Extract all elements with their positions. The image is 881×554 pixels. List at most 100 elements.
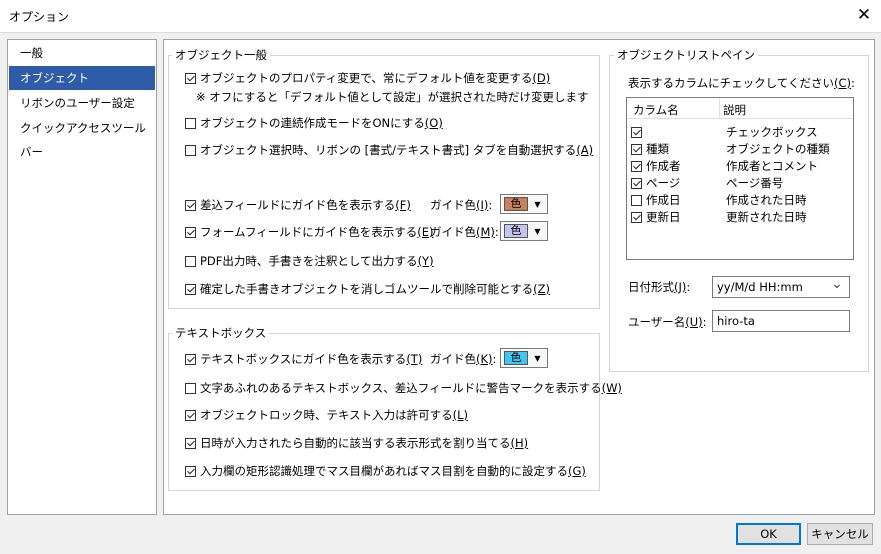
textbox-guide-label: テキストボックスにガイド色を表示する [200,352,407,366]
ok-button[interactable]: OK [736,523,801,545]
cancel-button[interactable]: キャンセル [807,523,873,545]
nav-item-ribbon-customize[interactable]: リボンのユーザー設定 [9,91,155,115]
column-desc: 作成者とコメント [726,159,818,173]
date-format-select[interactable]: yy/M/d HH:mm ⌄ [712,276,850,298]
access-key: (K) [476,352,493,366]
checkbox-icon[interactable] [185,144,196,156]
auto-tab-checkbox[interactable]: オブジェクト選択時、リボンの [書式/テキスト書式] タブを自動選択する (A) [185,142,593,158]
column-name: 作成日 [646,193,681,207]
column-name: 種類 [646,142,669,156]
checkbox-icon[interactable] [185,382,196,394]
column-name: 更新日 [646,210,681,224]
access-key: (L) [452,408,469,422]
guide-color-label: ガイド色 [430,225,476,239]
access-key: (H) [510,436,529,450]
textbox-guide-checkbox[interactable]: テキストボックスにガイド色を表示する (T) [185,351,422,367]
insert-field-guide-checkbox[interactable]: 差込フィールドにガイド色を表示する (F) [185,197,411,213]
default-value-label: オブジェクトのプロパティ変更で、常にデフォルト値を変更する [200,71,533,85]
header-divider[interactable] [719,98,720,118]
date-format-value: yy/M/d HH:mm [717,280,803,294]
close-icon[interactable]: ✕ [852,4,876,26]
window-title: オプション [9,10,70,24]
list-item[interactable]: 作成者 作成者とコメント [631,158,851,174]
header-description[interactable]: 説明 [723,102,746,118]
form-field-guide-label: フォームフィールドにガイド色を表示する [200,225,418,239]
nav-item-object[interactable]: オブジェクト [9,66,155,90]
color-swatch: 色 [504,351,528,365]
checkbox-icon[interactable] [631,211,642,223]
checkbox-icon[interactable] [631,160,642,172]
list-item[interactable]: 作成日 作成された日時 [631,192,851,208]
continuous-mode-checkbox[interactable]: オブジェクトの連続作成モードをONにする (O) [185,115,443,131]
textbox-color-label: ガイド色 (K): [430,352,497,366]
user-name-label: ユーザー名 (U): [628,315,707,329]
form-field-color-label: ガイド色 (M): [430,225,499,239]
guide-color-label: ガイド色 [430,352,476,366]
continuous-mode-label: オブジェクトの連続作成モードをONにする [200,116,425,130]
checkbox-icon[interactable] [185,199,196,211]
pdf-handwriting-label: PDF出力時、手書きを注釈として出力する [200,254,418,268]
color-swatch: 色 [504,224,528,238]
access-key: (J) [674,280,687,294]
nav-item-general[interactable]: 一般 [9,41,155,65]
form-field-guide-checkbox[interactable]: フォームフィールドにガイド色を表示する (E) [185,224,433,240]
lock-input-checkbox[interactable]: オブジェクトロック時、テキスト入力は許可する (L) [185,407,468,423]
checkbox-icon[interactable] [185,72,196,84]
column-list[interactable]: カラム名 説明 チェックボックス 種類 オブジェクトの種類 作成者 作成者とコメント… [626,97,854,260]
checkbox-icon[interactable] [185,353,196,365]
header-column-name[interactable]: カラム名 [633,102,679,118]
list-item[interactable]: ページ ページ番号 [631,175,851,191]
eraser-delete-checkbox[interactable]: 確定した手書きオブジェクトを消しゴムツールで削除可能とする (Z) [185,281,550,297]
grid-auto-checkbox[interactable]: 入力欄の矩形認識処理でマス目欄があればマス目割を自動的に設定する (G) [185,463,586,479]
user-name-value[interactable]: hiro-ta [717,314,755,328]
dropdown-arrow-icon: ▼ [534,226,541,236]
list-item[interactable]: チェックボックス [631,124,851,140]
column-name: ページ [646,176,681,190]
checkbox-icon[interactable] [631,194,642,206]
access-key: (M) [476,225,495,239]
checkbox-icon[interactable] [185,437,196,449]
options-nav: 一般 オブジェクト リボンのユーザー設定 クイックアクセスツールバー [7,39,157,515]
lock-input-label: オブジェクトロック時、テキスト入力は許可する [200,408,453,422]
list-item[interactable]: 更新日 更新された日時 [631,209,851,225]
checkbox-icon[interactable] [185,117,196,129]
list-item[interactable]: 種類 オブジェクトの種類 [631,141,851,157]
textbox-legend: テキストボックス [172,325,270,341]
grid-auto-label: 入力欄の矩形認識処理でマス目欄があればマス目割を自動的に設定する [200,464,568,478]
overflow-mark-checkbox[interactable]: 文字あふれのあるテキストボックス、差込フィールドに警告マークを表示する (W) [185,380,622,396]
columns-label: 表示するカラムにチェックしてください [628,76,834,90]
column-desc: 更新された日時 [726,210,807,224]
access-key: (C) [833,76,851,90]
insert-field-color-label: ガイド色 (I): [430,198,493,212]
access-key: (Z) [533,282,551,296]
access-key: (Y) [417,254,434,268]
list-pane-legend: オブジェクトリストペイン [614,47,758,63]
date-format-label: 日付形式 (J): [628,280,691,294]
checkbox-icon[interactable] [185,283,196,295]
form-field-color-picker[interactable]: 色 ▼ [500,221,548,241]
checkbox-icon[interactable] [185,409,196,421]
insert-field-color-picker[interactable]: 色 ▼ [500,194,548,214]
checkbox-icon[interactable] [185,255,196,267]
column-desc: ページ番号 [726,176,784,190]
column-name: 作成者 [646,159,681,173]
eraser-delete-label: 確定した手書きオブジェクトを消しゴムツールで削除可能とする [200,282,534,296]
user-name-field[interactable]: hiro-ta [712,310,850,332]
color-swatch: 色 [504,197,528,211]
checkbox-icon[interactable] [185,465,196,477]
date-format-auto-checkbox[interactable]: 日時が入力されたら自動的に該当する表示形式を割り当てる (H) [185,435,528,451]
dropdown-arrow-icon: ▼ [534,199,541,209]
pdf-handwriting-checkbox[interactable]: PDF出力時、手書きを注釈として出力する (Y) [185,253,434,269]
checkbox-icon[interactable] [631,126,642,138]
checkbox-icon[interactable] [631,143,642,155]
textbox-color-picker[interactable]: 色 ▼ [500,348,548,368]
nav-item-quick-access[interactable]: クイックアクセスツールバー [9,116,155,159]
checkbox-icon[interactable] [185,226,196,238]
default-value-checkbox[interactable]: オブジェクトのプロパティ変更で、常にデフォルト値を変更する (D) [185,70,550,86]
checkbox-icon[interactable] [631,177,642,189]
column-list-header: カラム名 説明 [627,98,853,119]
access-key: (U) [685,315,703,329]
date-format-text: 日付形式 [628,280,674,294]
access-key: (W) [601,381,622,395]
chevron-down-icon[interactable]: ⌄ [831,276,843,292]
